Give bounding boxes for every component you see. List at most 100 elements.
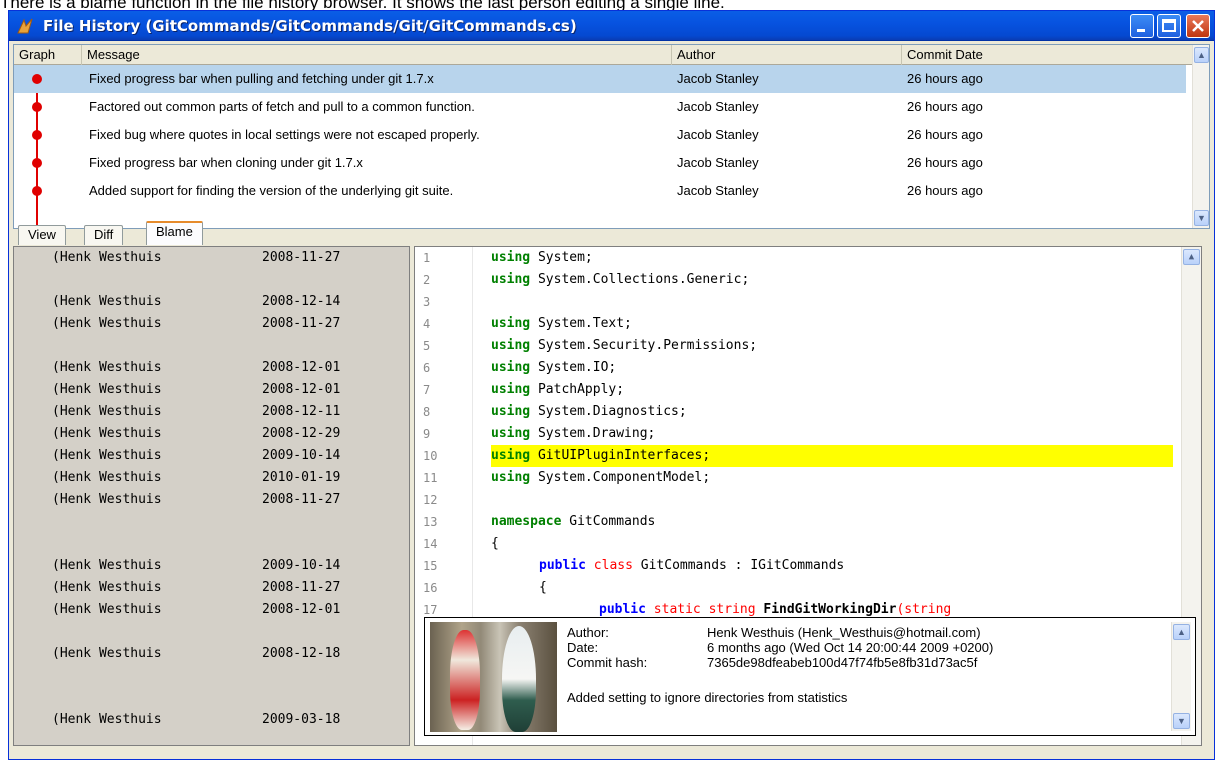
- blame-line: (Henk Westhuis 2008-12-11: [52, 404, 341, 419]
- date-value: 6 months ago (Wed Oct 14 20:00:44 2009 +…: [707, 640, 994, 655]
- row-author: Jacob Stanley: [677, 183, 759, 198]
- row-message: Added support for finding the version of…: [89, 183, 454, 198]
- scroll-up-icon[interactable]: ▲: [1173, 624, 1190, 640]
- blame-line: (Henk Westhuis 2008-11-27: [52, 580, 341, 595]
- table-row[interactable]: Added support for finding the version of…: [14, 177, 1186, 205]
- line-number: 14: [423, 537, 438, 551]
- commit-node: [32, 130, 42, 140]
- row-message: Fixed progress bar when cloning under gi…: [89, 155, 363, 170]
- author-value: Henk Westhuis (Henk_Westhuis@hotmail.com…: [707, 625, 981, 640]
- scroll-up-icon[interactable]: ▲: [1194, 47, 1209, 63]
- line-number: 1: [423, 251, 431, 265]
- commit-message: Added setting to ignore directories from…: [567, 690, 848, 705]
- column-header-message[interactable]: Message: [82, 45, 672, 65]
- row-author: Jacob Stanley: [677, 155, 759, 170]
- blame-line: (Henk Westhuis 2008-12-01: [52, 360, 341, 375]
- line-number: 6: [423, 361, 431, 375]
- blame-line: (Henk Westhuis 2008-12-18: [52, 646, 341, 661]
- line-number: 4: [423, 317, 431, 331]
- blame-line: (Henk Westhuis 2008-12-14: [52, 294, 341, 309]
- line-number: 13: [423, 515, 438, 529]
- code-line: using GitUIPluginInterfaces;: [491, 448, 711, 463]
- close-icon: [1192, 20, 1204, 32]
- code-line: using PatchApply;: [491, 382, 625, 397]
- line-number: 5: [423, 339, 431, 353]
- blame-line: (Henk Westhuis 2008-11-27: [52, 250, 341, 265]
- blame-line: (Henk Westhuis 2008-12-01: [52, 382, 341, 397]
- table-row[interactable]: Fixed progress bar when pulling and fetc…: [14, 65, 1186, 93]
- minimize-button[interactable]: [1130, 14, 1154, 38]
- line-number: 16: [423, 581, 438, 595]
- code-line: namespace GitCommands: [491, 514, 656, 529]
- line-number: 8: [423, 405, 431, 419]
- title-bar[interactable]: File History (GitCommands/GitCommands/Gi…: [9, 11, 1214, 41]
- blame-line: (Henk Westhuis 2008-12-01: [52, 602, 341, 617]
- column-header-graph[interactable]: Graph: [14, 45, 82, 65]
- info-scrollbar[interactable]: ▲ ▼: [1171, 622, 1191, 731]
- maximize-icon: [1162, 19, 1176, 32]
- grid-header: Graph Message Author Commit Date: [14, 45, 1194, 65]
- line-number: 9: [423, 427, 431, 441]
- blame-line: (Henk Westhuis 2009-10-14: [52, 558, 341, 573]
- revision-grid[interactable]: Graph Message Author Commit Date Fixed p…: [13, 44, 1210, 229]
- line-number: 12: [423, 493, 438, 507]
- code-line: public class GitCommands : IGitCommands: [539, 558, 845, 573]
- blame-annotations[interactable]: (Henk Westhuis 2008-11-27 (Henk Westhuis 2…: [13, 246, 410, 746]
- blame-line: (Henk Westhuis 2009-03-18: [52, 712, 341, 727]
- close-button[interactable]: [1186, 14, 1210, 38]
- blame-line: (Henk Westhuis 2008-11-27: [52, 492, 341, 507]
- line-number: 10: [423, 449, 438, 463]
- row-message: Fixed progress bar when pulling and fetc…: [89, 71, 434, 86]
- column-header-date[interactable]: Commit Date: [902, 45, 1194, 65]
- scroll-down-icon[interactable]: ▼: [1173, 713, 1190, 729]
- row-author: Jacob Stanley: [677, 71, 759, 86]
- code-line: using System.Drawing;: [491, 426, 656, 441]
- table-row[interactable]: Factored out common parts of fetch and p…: [14, 93, 1186, 121]
- line-number: 3: [423, 295, 431, 309]
- code-line: using System.Diagnostics;: [491, 404, 687, 419]
- table-row[interactable]: Fixed bug where quotes in local settings…: [14, 121, 1186, 149]
- avatar-surfboard-red: [450, 630, 480, 730]
- code-line: using System.Text;: [491, 316, 632, 331]
- author-label: Author:: [567, 625, 609, 640]
- column-header-author[interactable]: Author: [672, 45, 902, 65]
- row-author: Jacob Stanley: [677, 99, 759, 114]
- commit-node: [32, 186, 42, 196]
- grid-scrollbar[interactable]: ▲ ▼: [1192, 45, 1209, 228]
- hash-label: Commit hash:: [567, 655, 648, 670]
- line-number: 7: [423, 383, 431, 397]
- tab-diff[interactable]: Diff: [84, 225, 124, 245]
- blame-line: (Henk Westhuis 2010-01-19: [52, 470, 341, 485]
- row-date: 26 hours ago: [907, 127, 983, 142]
- line-number: 11: [423, 471, 438, 485]
- minimize-icon: [1137, 29, 1145, 32]
- commit-node: [32, 102, 42, 112]
- commit-hash-value[interactable]: 7365de98dfeabeb100d47f74fb5e8fb31d73ac5f: [707, 655, 977, 670]
- tab-blame[interactable]: Blame: [146, 221, 203, 245]
- tab-strip: View Diff Blame: [4, 221, 404, 245]
- code-line: {: [539, 580, 547, 595]
- line-number: 2: [423, 273, 431, 287]
- row-message: Factored out common parts of fetch and p…: [89, 99, 475, 114]
- scroll-up-icon[interactable]: ▲: [1183, 249, 1200, 265]
- code-line: using System.IO;: [491, 360, 617, 375]
- line-number: 15: [423, 559, 438, 573]
- code-line: {: [491, 536, 499, 551]
- row-message: Fixed bug where quotes in local settings…: [89, 127, 480, 142]
- avatar-surfboard-white: [502, 626, 536, 732]
- commit-info-panel: Author: Henk Westhuis (Henk_Westhuis@hot…: [424, 617, 1196, 736]
- row-author: Jacob Stanley: [677, 127, 759, 142]
- row-date: 26 hours ago: [907, 183, 983, 198]
- tab-view[interactable]: View: [18, 225, 66, 245]
- row-date: 26 hours ago: [907, 71, 983, 86]
- date-label: Date:: [567, 640, 599, 655]
- table-row[interactable]: Fixed progress bar when cloning under gi…: [14, 149, 1186, 177]
- code-line: using System.Security.Permissions;: [491, 338, 758, 353]
- commit-node: [32, 158, 42, 168]
- scroll-down-icon[interactable]: ▼: [1194, 210, 1209, 226]
- blame-line: (Henk Westhuis 2008-12-29: [52, 426, 341, 441]
- author-avatar: [430, 622, 557, 732]
- maximize-button[interactable]: [1157, 14, 1181, 38]
- grid-body: Fixed progress bar when pulling and fetc…: [14, 65, 1186, 228]
- code-line: using System;: [491, 250, 593, 265]
